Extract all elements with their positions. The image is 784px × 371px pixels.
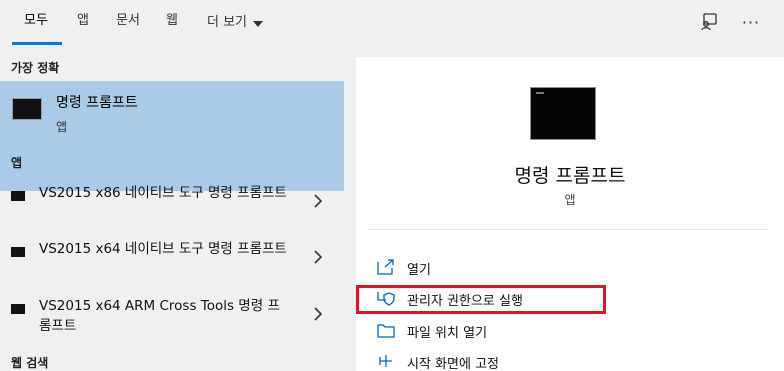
list-item-label: VS2015 x64 ARM Cross Tools 명령 프롬프트 — [39, 298, 280, 334]
pin-to-start-button[interactable]: 시작 화면에 고정 — [356, 348, 784, 371]
best-match-name: 명령 프롬프트 — [56, 95, 138, 111]
active-tab-indicator — [12, 42, 62, 45]
preview-title: 명령 프롬프트 — [514, 165, 626, 187]
apps-header: 앱 — [11, 156, 23, 170]
run-as-admin-button[interactable]: 관리자 권한으로 실행 — [356, 285, 784, 313]
open-button[interactable]: 열기 — [356, 254, 784, 282]
divider — [368, 229, 768, 230]
pin-icon — [379, 355, 392, 367]
list-item[interactable]: VS2015 x86 네이티브 도구 명령 프롬프트 — [0, 183, 344, 235]
open-file-location-label: 파일 위치 열기 — [407, 326, 488, 341]
best-match-header: 가장 정확 — [11, 61, 60, 75]
search-filter-bar: 모두 앱 문서 웹 더 보기 ··· — [0, 0, 784, 46]
chevron-down-icon — [253, 20, 264, 27]
results-list: 가장 정확 명령 프롬프트 앱 앱 VS2015 x86 네이티브 도구 명령 … — [0, 46, 344, 371]
list-item-label: VS2015 x64 네이티브 도구 명령 프롬프트 — [39, 241, 287, 257]
command-prompt-icon — [530, 87, 596, 140]
open-icon — [377, 259, 394, 275]
tab-documents[interactable]: 문서 — [116, 12, 140, 34]
open-label: 열기 — [407, 263, 431, 278]
folder-icon — [377, 324, 395, 338]
more-options-icon[interactable]: ··· — [739, 10, 763, 34]
best-match-item[interactable]: 명령 프롬프트 앱 — [0, 81, 344, 191]
chevron-right-icon[interactable] — [313, 307, 323, 321]
list-item[interactable]: VS2015 x64 네이티브 도구 명령 프롬프트 — [0, 239, 344, 291]
open-file-location-button[interactable]: 파일 위치 열기 — [356, 317, 784, 345]
chevron-right-icon[interactable] — [313, 194, 323, 208]
pin-to-start-label: 시작 화면에 고정 — [407, 357, 499, 371]
tab-more[interactable]: 더 보기 — [207, 12, 264, 34]
tab-web[interactable]: 웹 — [166, 12, 178, 34]
command-prompt-icon — [11, 304, 25, 314]
chevron-right-icon[interactable] — [313, 250, 323, 264]
tab-more-label: 더 보기 — [207, 15, 248, 30]
best-match-type: 앱 — [56, 120, 68, 134]
run-as-admin-label: 관리자 권한으로 실행 — [407, 294, 523, 309]
shield-icon — [377, 292, 395, 306]
feedback-icon[interactable] — [697, 10, 721, 34]
tab-apps[interactable]: 앱 — [77, 12, 89, 34]
command-prompt-icon — [11, 191, 25, 201]
tab-all[interactable]: 모두 — [24, 12, 48, 34]
list-item-label: VS2015 x86 네이티브 도구 명령 프롬프트 — [39, 185, 287, 201]
preview-subtitle: 앱 — [564, 193, 576, 207]
list-item[interactable]: VS2015 x64 ARM Cross Tools 명령 프롬프트 — [0, 296, 344, 348]
command-prompt-icon — [11, 247, 25, 257]
command-prompt-icon — [12, 98, 42, 120]
web-search-header: 웹 검색 — [11, 356, 49, 370]
preview-pane: 명령 프롬프트 앱 열기 관리자 권한으로 실행 파일 위치 열기 시작 화면에… — [356, 57, 784, 371]
